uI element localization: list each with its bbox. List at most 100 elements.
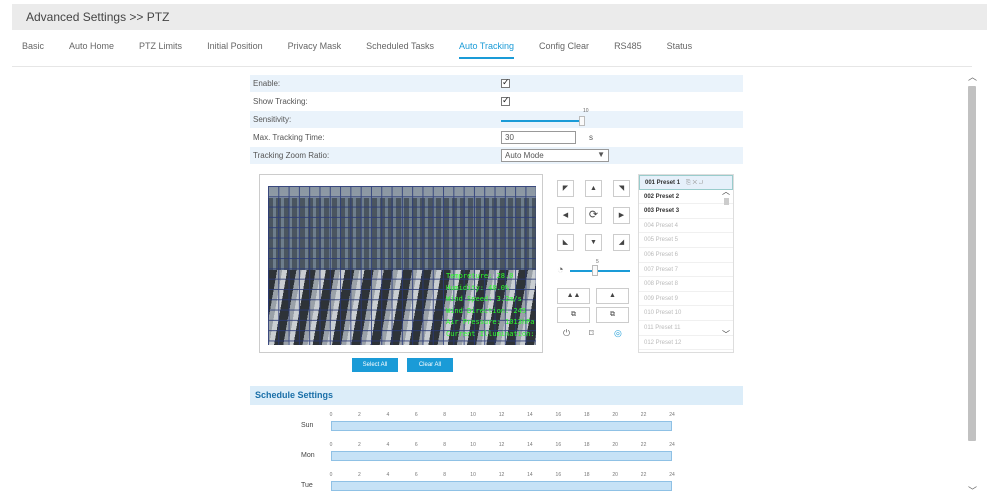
hour-tick-label: 2 (358, 442, 361, 448)
tab-initial-position[interactable]: Initial Position (207, 41, 263, 59)
preset-item[interactable]: 010 Preset 10 (639, 306, 733, 321)
hour-tick-label: 18 (583, 412, 590, 418)
preset-item[interactable]: 012 Preset 12 (639, 336, 733, 351)
pan-up-button[interactable]: ▲ (585, 180, 602, 197)
sensitivity-slider-handle[interactable] (579, 116, 585, 126)
hour-tick-label: 24 (669, 472, 675, 478)
power-icon[interactable]: ⏻ (563, 328, 570, 339)
pan-down-left-button[interactable]: ◣ (557, 234, 574, 251)
zoom-in-button[interactable]: ▲ (596, 288, 629, 304)
max-tracking-time-input[interactable]: 30 (501, 131, 576, 144)
preset-label: 010 Preset 10 (644, 310, 682, 317)
preset-scrollbar[interactable]: ︿ ﹀ (720, 186, 732, 352)
hour-tick-label: 6 (414, 442, 418, 448)
show-tracking-row: Show Tracking: (250, 93, 743, 110)
tab-scheduled-tasks[interactable]: Scheduled Tasks (366, 41, 434, 59)
page-scrollbar[interactable]: ︿ ﹀ (966, 68, 978, 498)
hour-tick-label: 8 (443, 442, 447, 448)
preset-item[interactable]: 003 Preset 3 (639, 204, 733, 219)
hour-tick-label: 8 (443, 412, 447, 418)
hour-tick-label: 4 (386, 412, 390, 418)
enable-checkbox[interactable] (501, 77, 510, 88)
hour-tick-label: 2 (358, 412, 361, 418)
focus-icon[interactable]: ⌑ (589, 328, 594, 339)
day-label: Mon (301, 452, 315, 459)
hour-tick-label: 14 (527, 412, 533, 418)
preset-label: 006 Preset 6 (644, 251, 679, 258)
select-all-button[interactable]: Select All (352, 358, 398, 372)
schedule-settings-header: Schedule Settings (250, 386, 743, 405)
tab-auto-home[interactable]: Auto Home (69, 41, 114, 59)
preset-item[interactable]: 006 Preset 6 (639, 248, 733, 263)
zoom-out-button[interactable]: ▲▲ (557, 288, 590, 304)
page-scroll-thumb[interactable] (968, 86, 976, 441)
hour-tick-label: 16 (555, 472, 562, 478)
hour-tick-label: 20 (612, 412, 618, 418)
preset-actions-icon[interactable]: ⎘ ✕ ↵ (686, 180, 703, 186)
preset-item[interactable]: 005 Preset 5 (639, 233, 733, 248)
sensitivity-slider[interactable] (501, 120, 581, 122)
day-schedule-bar[interactable] (331, 451, 672, 461)
live-video[interactable]: Tempreture: 28.0 Humidity: 48.0% Wind Sp… (268, 186, 536, 345)
hour-tick-label: 22 (640, 412, 647, 418)
chevron-up-icon[interactable]: ︿ (722, 186, 730, 197)
clear-all-button[interactable]: Clear All (407, 358, 453, 372)
preset-label: 007 Preset 7 (644, 266, 679, 273)
hour-ticks: 0 2 4 6 8 10 12 14 16 18 20 22 24 (329, 442, 675, 450)
pan-right-button[interactable]: ▶ (613, 207, 630, 224)
page-title: Advanced Settings >> PTZ (26, 10, 170, 24)
day-schedule-bar[interactable] (331, 421, 672, 431)
tab-auto-tracking[interactable]: Auto Tracking (459, 41, 515, 59)
preset-item[interactable]: 002 Preset 2 (639, 190, 733, 205)
chevron-up-icon[interactable]: ︿ (968, 70, 977, 83)
tab-rs485[interactable]: RS485 (614, 41, 642, 59)
tab-ptz-limits[interactable]: PTZ Limits (139, 41, 182, 59)
ptz-speed-slider-handle[interactable] (592, 265, 598, 276)
preset-item[interactable]: 007 Preset 7 (639, 263, 733, 278)
tab-config-clear[interactable]: Config Clear (539, 41, 589, 59)
pan-down-button[interactable]: ▼ (585, 234, 602, 251)
enable-row: Enable: (250, 75, 743, 92)
pan-up-left-button[interactable]: ◤ (557, 180, 574, 197)
hour-tick-label: 16 (555, 442, 562, 448)
pan-down-right-button[interactable]: ◢ (613, 234, 630, 251)
hour-tick-label: 0 (329, 442, 333, 448)
hour-tick-label: 18 (583, 442, 590, 448)
tab-privacy-mask[interactable]: Privacy Mask (288, 41, 342, 59)
sensitivity-label: Sensitivity: (253, 115, 292, 124)
chevron-down-icon[interactable]: ﹀ (968, 484, 977, 497)
show-tracking-checkbox[interactable] (501, 95, 510, 106)
focus-far-button[interactable]: ⧉ (596, 307, 629, 323)
tracking-zoom-ratio-row: Tracking Zoom Ratio: Auto Mode ▼ (250, 147, 743, 164)
preset-item[interactable]: 004 Preset 4 (639, 219, 733, 234)
auto-scan-icon[interactable]: ⟳ (585, 207, 602, 224)
pan-left-button[interactable]: ◀ (557, 207, 574, 224)
hour-ticks: 0 2 4 6 8 10 12 14 16 18 20 22 24 (330, 472, 675, 480)
title-bar: Advanced Settings >> PTZ (12, 4, 987, 30)
pan-up-right-button[interactable]: ◥ (613, 180, 630, 197)
ptz-speed-slider[interactable] (570, 270, 630, 272)
preset-item[interactable]: 001 Preset 1 ⎘ ✕ ↵ (639, 175, 733, 190)
tab-status[interactable]: Status (667, 41, 693, 59)
tab-basic[interactable]: Basic (22, 41, 44, 59)
hour-tick-label: 24 (669, 412, 675, 418)
hour-ticks: 0 2 4 6 8 10 12 14 16 18 20 22 24 (330, 412, 675, 420)
preset-scroll-thumb[interactable] (724, 198, 729, 205)
sensitivity-value: 10 (583, 108, 589, 114)
preset-item[interactable]: 009 Preset 9 (639, 292, 733, 307)
chevron-down-icon[interactable]: ﹀ (722, 329, 730, 340)
tracking-zoom-ratio-select[interactable]: Auto Mode ▼ (501, 149, 609, 162)
hour-tick-label: 16 (555, 412, 562, 418)
tracking-zoom-ratio-label: Tracking Zoom Ratio: (253, 151, 330, 160)
day-schedule-bar[interactable] (331, 481, 672, 491)
preset-item[interactable]: 008 Preset 8 (639, 277, 733, 292)
schedule-row-mon: 0 2 4 6 8 10 12 14 16 18 20 22 24 Mon (250, 442, 743, 470)
schedule-row-sun: 0 2 4 6 8 10 12 14 16 18 20 22 24 Sun (250, 412, 743, 440)
preset-item[interactable]: 011 Preset 11 (639, 321, 733, 336)
max-tracking-time-label: Max. Tracking Time: (253, 133, 325, 142)
show-tracking-label: Show Tracking: (253, 97, 308, 106)
iris-icon[interactable]: ◎ (614, 328, 622, 339)
focus-near-button[interactable]: ⧉ (557, 307, 590, 323)
hour-tick-label: 4 (386, 442, 390, 448)
max-tracking-time-row: Max. Tracking Time: 30 s (250, 129, 743, 146)
